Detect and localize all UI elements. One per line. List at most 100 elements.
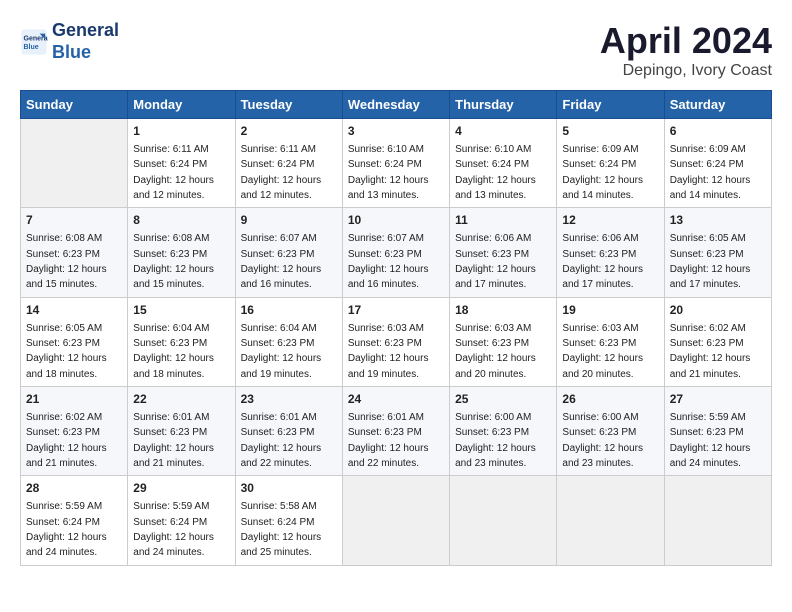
day-number: 30 [241, 480, 337, 497]
svg-text:Blue: Blue [24, 44, 39, 51]
page-header: General Blue General Blue April 2024 Dep… [20, 20, 772, 80]
calendar-cell [342, 476, 449, 565]
day-detail: Sunrise: 6:06 AM Sunset: 6:23 PM Dayligh… [455, 233, 536, 290]
day-detail: Sunrise: 6:08 AM Sunset: 6:23 PM Dayligh… [133, 233, 214, 290]
day-detail: Sunrise: 6:01 AM Sunset: 6:23 PM Dayligh… [133, 412, 214, 469]
day-number: 6 [670, 123, 766, 140]
calendar-week-row: 14Sunrise: 6:05 AM Sunset: 6:23 PM Dayli… [21, 297, 772, 386]
title-block: April 2024 Depingo, Ivory Coast [600, 20, 772, 80]
day-number: 2 [241, 123, 337, 140]
day-detail: Sunrise: 5:59 AM Sunset: 6:24 PM Dayligh… [133, 501, 214, 558]
day-detail: Sunrise: 6:10 AM Sunset: 6:24 PM Dayligh… [455, 144, 536, 201]
calendar-cell: 20Sunrise: 6:02 AM Sunset: 6:23 PM Dayli… [664, 297, 771, 386]
calendar-table: SundayMondayTuesdayWednesdayThursdayFrid… [20, 90, 772, 566]
calendar-cell: 25 Sunrise: 6:00 AM Sunset: 6:23 PM Dayli… [450, 387, 557, 476]
calendar-cell: 29 Sunrise: 5:59 AM Sunset: 6:24 PM Dayli… [128, 476, 235, 565]
calendar-cell: 5 Sunrise: 6:09 AM Sunset: 6:24 PM Daylig… [557, 119, 664, 208]
weekday-header: Thursday [450, 91, 557, 119]
day-number: 25 [455, 391, 551, 408]
day-detail: Sunrise: 6:00 AM Sunset: 6:23 PM Dayligh… [455, 412, 536, 469]
day-detail: Sunrise: 6:04 AM Sunset: 6:23 PM Dayligh… [133, 323, 214, 380]
day-number: 1 [133, 123, 229, 140]
weekday-header: Sunday [21, 91, 128, 119]
day-number: 10 [348, 212, 444, 229]
weekday-header: Monday [128, 91, 235, 119]
location: Depingo, Ivory Coast [600, 62, 772, 80]
calendar-cell: 30 Sunrise: 5:58 AM Sunset: 6:24 PM Dayli… [235, 476, 342, 565]
day-number: 28 [26, 480, 122, 497]
weekday-header: Wednesday [342, 91, 449, 119]
calendar-cell [450, 476, 557, 565]
day-number: 20 [670, 302, 766, 319]
calendar-cell: 1 Sunrise: 6:11 AM Sunset: 6:24 PM Daylig… [128, 119, 235, 208]
calendar-week-row: 1 Sunrise: 6:11 AM Sunset: 6:24 PM Daylig… [21, 119, 772, 208]
weekday-header: Saturday [664, 91, 771, 119]
day-detail: Sunrise: 6:03 AM Sunset: 6:23 PM Dayligh… [455, 323, 536, 380]
day-number: 24 [348, 391, 444, 408]
calendar-cell: 14Sunrise: 6:05 AM Sunset: 6:23 PM Dayli… [21, 297, 128, 386]
day-detail: Sunrise: 5:59 AM Sunset: 6:24 PM Dayligh… [26, 501, 107, 558]
day-number: 15 [133, 302, 229, 319]
calendar-cell: 24 Sunrise: 6:01 AM Sunset: 6:23 PM Dayli… [342, 387, 449, 476]
day-number: 12 [562, 212, 658, 229]
calendar-week-row: 21 Sunrise: 6:02 AM Sunset: 6:23 PM Dayli… [21, 387, 772, 476]
day-number: 22 [133, 391, 229, 408]
day-detail: Sunrise: 6:07 AM Sunset: 6:23 PM Dayligh… [348, 233, 429, 290]
calendar-cell: 6Sunrise: 6:09 AM Sunset: 6:24 PM Daylig… [664, 119, 771, 208]
calendar-week-row: 7 Sunrise: 6:08 AM Sunset: 6:23 PM Daylig… [21, 208, 772, 297]
day-number: 23 [241, 391, 337, 408]
calendar-cell: 21 Sunrise: 6:02 AM Sunset: 6:23 PM Dayli… [21, 387, 128, 476]
day-detail: Sunrise: 6:03 AM Sunset: 6:23 PM Dayligh… [348, 323, 429, 380]
day-number: 21 [26, 391, 122, 408]
day-detail: Sunrise: 6:03 AM Sunset: 6:23 PM Dayligh… [562, 323, 643, 380]
day-detail: Sunrise: 6:05 AM Sunset: 6:23 PM Dayligh… [670, 233, 751, 290]
day-detail: Sunrise: 6:05 AM Sunset: 6:23 PM Dayligh… [26, 323, 107, 380]
day-detail: Sunrise: 5:58 AM Sunset: 6:24 PM Dayligh… [241, 501, 322, 558]
calendar-cell: 19 Sunrise: 6:03 AM Sunset: 6:23 PM Dayli… [557, 297, 664, 386]
calendar-cell: 22 Sunrise: 6:01 AM Sunset: 6:23 PM Dayli… [128, 387, 235, 476]
calendar-cell: 17 Sunrise: 6:03 AM Sunset: 6:23 PM Dayli… [342, 297, 449, 386]
calendar-cell: 7 Sunrise: 6:08 AM Sunset: 6:23 PM Daylig… [21, 208, 128, 297]
calendar-week-row: 28 Sunrise: 5:59 AM Sunset: 6:24 PM Dayli… [21, 476, 772, 565]
calendar-cell: 16 Sunrise: 6:04 AM Sunset: 6:23 PM Dayli… [235, 297, 342, 386]
day-detail: Sunrise: 6:06 AM Sunset: 6:23 PM Dayligh… [562, 233, 643, 290]
calendar-cell: 12 Sunrise: 6:06 AM Sunset: 6:23 PM Dayli… [557, 208, 664, 297]
day-number: 5 [562, 123, 658, 140]
logo: General Blue General Blue [20, 20, 119, 63]
day-detail: Sunrise: 6:01 AM Sunset: 6:23 PM Dayligh… [241, 412, 322, 469]
logo-icon: General Blue [20, 28, 48, 56]
calendar-cell: 13Sunrise: 6:05 AM Sunset: 6:23 PM Dayli… [664, 208, 771, 297]
day-number: 16 [241, 302, 337, 319]
calendar-cell: 26Sunrise: 6:00 AM Sunset: 6:23 PM Dayli… [557, 387, 664, 476]
calendar-cell: 2 Sunrise: 6:11 AM Sunset: 6:24 PM Daylig… [235, 119, 342, 208]
calendar-cell [557, 476, 664, 565]
calendar-cell [21, 119, 128, 208]
day-detail: Sunrise: 6:02 AM Sunset: 6:23 PM Dayligh… [26, 412, 107, 469]
calendar-cell: 8Sunrise: 6:08 AM Sunset: 6:23 PM Daylig… [128, 208, 235, 297]
day-number: 3 [348, 123, 444, 140]
calendar-cell: 15 Sunrise: 6:04 AM Sunset: 6:23 PM Dayli… [128, 297, 235, 386]
day-number: 11 [455, 212, 551, 229]
day-number: 17 [348, 302, 444, 319]
day-detail: Sunrise: 6:04 AM Sunset: 6:23 PM Dayligh… [241, 323, 322, 380]
day-detail: Sunrise: 6:01 AM Sunset: 6:23 PM Dayligh… [348, 412, 429, 469]
day-number: 29 [133, 480, 229, 497]
day-number: 26 [562, 391, 658, 408]
day-detail: Sunrise: 6:11 AM Sunset: 6:24 PM Dayligh… [241, 144, 322, 201]
day-detail: Sunrise: 6:11 AM Sunset: 6:24 PM Dayligh… [133, 144, 214, 201]
day-detail: Sunrise: 6:10 AM Sunset: 6:24 PM Dayligh… [348, 144, 429, 201]
day-detail: Sunrise: 5:59 AM Sunset: 6:23 PM Dayligh… [670, 412, 751, 469]
calendar-header-row: SundayMondayTuesdayWednesdayThursdayFrid… [21, 91, 772, 119]
day-number: 7 [26, 212, 122, 229]
day-number: 9 [241, 212, 337, 229]
calendar-cell: 9 Sunrise: 6:07 AM Sunset: 6:23 PM Daylig… [235, 208, 342, 297]
day-detail: Sunrise: 6:09 AM Sunset: 6:24 PM Dayligh… [562, 144, 643, 201]
day-detail: Sunrise: 6:08 AM Sunset: 6:23 PM Dayligh… [26, 233, 107, 290]
day-number: 18 [455, 302, 551, 319]
day-number: 19 [562, 302, 658, 319]
calendar-cell: 11 Sunrise: 6:06 AM Sunset: 6:23 PM Dayli… [450, 208, 557, 297]
day-detail: Sunrise: 6:07 AM Sunset: 6:23 PM Dayligh… [241, 233, 322, 290]
weekday-header: Friday [557, 91, 664, 119]
weekday-header: Tuesday [235, 91, 342, 119]
calendar-cell: 23 Sunrise: 6:01 AM Sunset: 6:23 PM Dayli… [235, 387, 342, 476]
